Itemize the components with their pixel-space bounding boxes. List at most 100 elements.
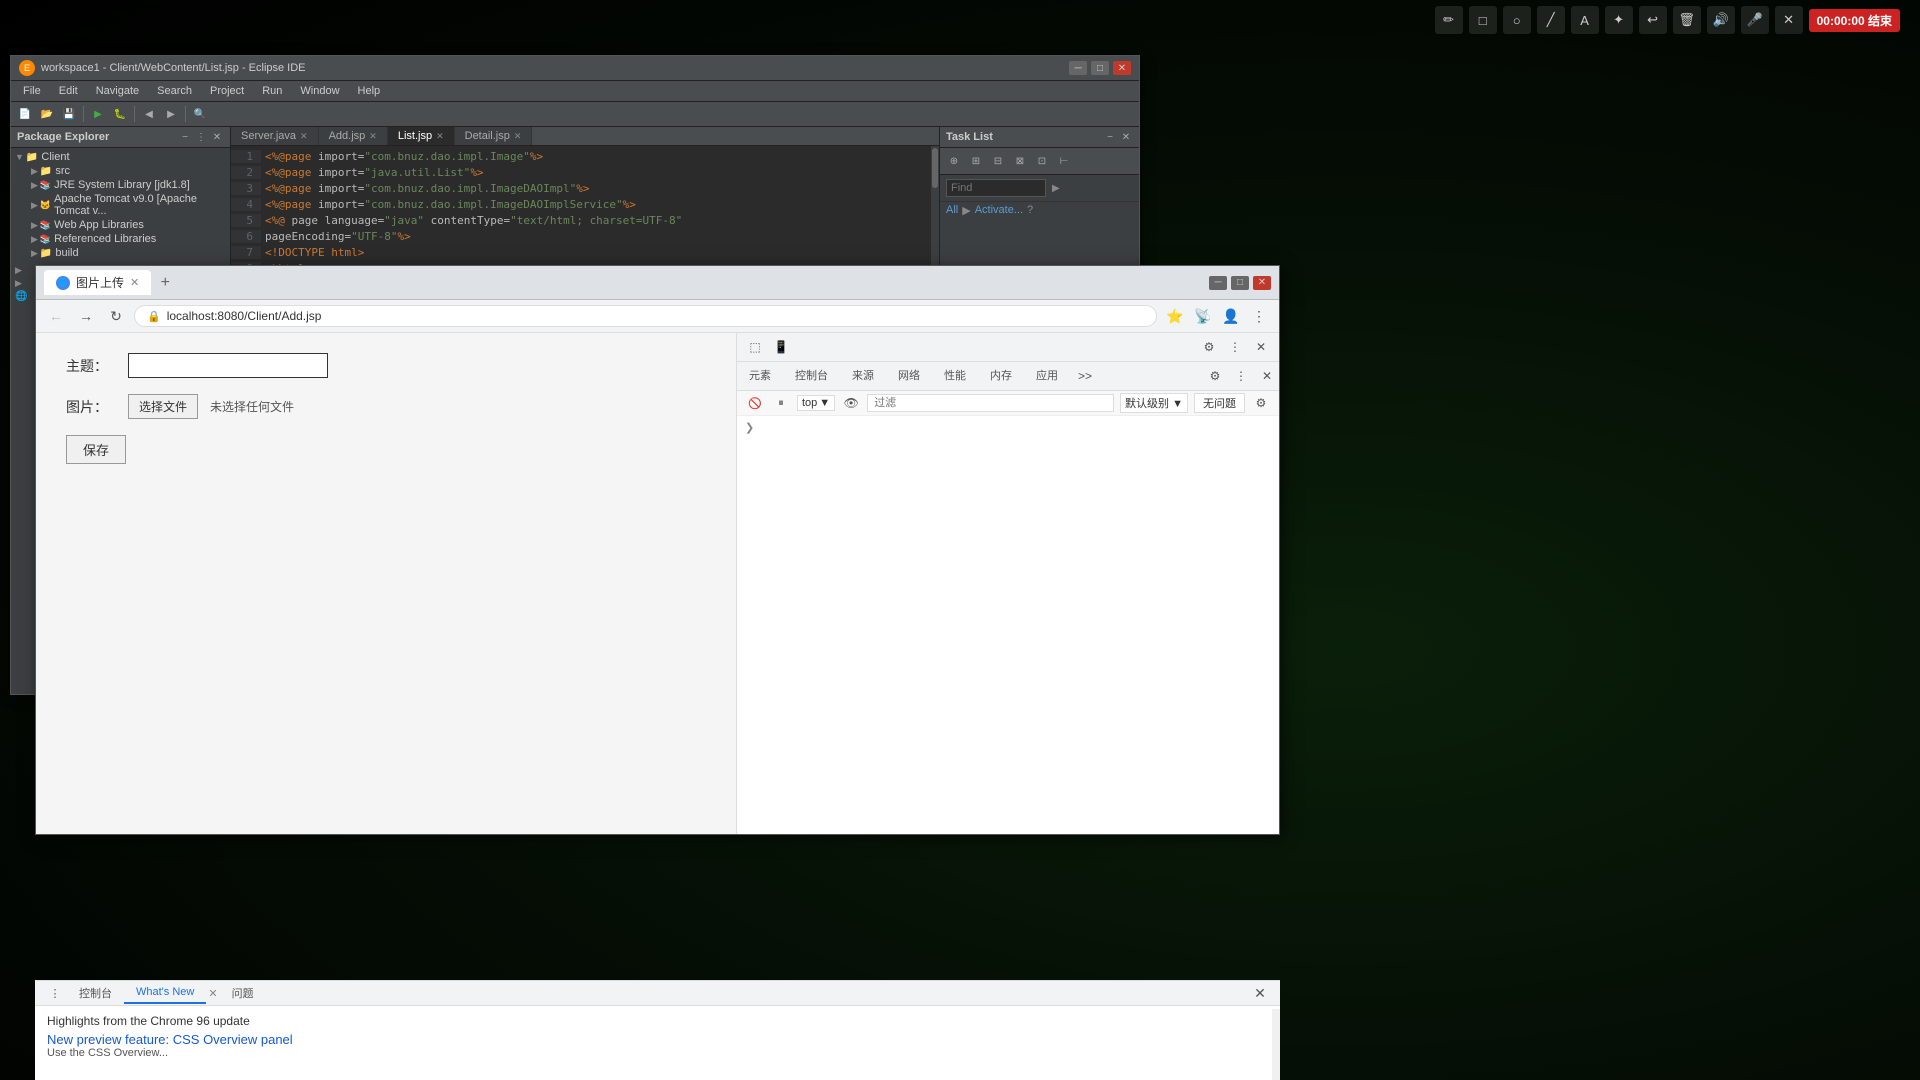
tree-item-tomcat[interactable]: ▶ 🐱 Apache Tomcat v9.0 [Apache Tomcat v.… — [11, 192, 230, 218]
close-icon[interactable]: ✕ — [1775, 6, 1803, 34]
browser-tab-active[interactable]: 🌐 图片上传 ✕ — [44, 270, 151, 295]
browser-minimize-btn[interactable]: ─ — [1209, 276, 1227, 290]
browser-new-tab-button[interactable]: + — [153, 271, 177, 295]
tab-detail-jsp[interactable]: Detail.jsp ✕ — [455, 127, 533, 145]
tab-add-jsp[interactable]: Add.jsp ✕ — [319, 127, 388, 145]
tb-back-btn[interactable]: ◀ — [139, 104, 159, 124]
menu-help[interactable]: Help — [350, 83, 389, 99]
task-help-icon[interactable]: ? — [1027, 204, 1033, 217]
drawer-scrollbar[interactable] — [1272, 1009, 1280, 1080]
tree-item-src[interactable]: ▶ 📁 src — [11, 164, 230, 178]
pe-collapse-btn[interactable]: − — [178, 130, 192, 144]
dt-tab-performance[interactable]: 性能 — [932, 362, 978, 390]
eclipse-minimize-button[interactable]: ─ — [1069, 61, 1087, 75]
drawer-tab-whats-new-close[interactable]: ✕ — [206, 985, 219, 1002]
tree-item-client[interactable]: ▼ 📁 Client — [11, 150, 230, 164]
task-tb-btn6[interactable]: ⊢ — [1054, 151, 1074, 171]
task-close-btn[interactable]: ✕ — [1119, 130, 1133, 144]
dt-tab-application[interactable]: 应用 — [1024, 362, 1070, 390]
undo-icon[interactable]: ↩ — [1639, 6, 1667, 34]
tree-item-jre[interactable]: ▶ 📚 JRE System Library [jdk1.8] — [11, 178, 230, 192]
dt-tab-elements[interactable]: 元素 — [737, 362, 783, 390]
line-icon[interactable]: ╱ — [1537, 6, 1565, 34]
drawer-tab-issues[interactable]: 问题 — [220, 981, 266, 1005]
menu-navigate[interactable]: Navigate — [88, 83, 147, 99]
task-find-input[interactable] — [946, 179, 1046, 197]
browser-address-bar[interactable]: 🔒 localhost:8080/Client/Add.jsp — [134, 305, 1157, 327]
console-clear-btn[interactable]: 🚫 — [745, 393, 765, 413]
dt-tab-sources[interactable]: 来源 — [840, 362, 886, 390]
task-tb-btn3[interactable]: ⊟ — [988, 151, 1008, 171]
pencil-icon[interactable]: ✏ — [1435, 6, 1463, 34]
text-icon[interactable]: A — [1571, 6, 1599, 34]
delete-icon[interactable]: 🗑 — [1673, 6, 1701, 34]
eclipse-close-button[interactable]: ✕ — [1113, 61, 1131, 75]
drawer-close-btn[interactable]: ✕ — [1248, 981, 1272, 1005]
dt-right-close-icon[interactable]: ✕ — [1255, 364, 1279, 388]
task-tb-btn5[interactable]: ⊡ — [1032, 151, 1052, 171]
tab-detail-close[interactable]: ✕ — [514, 131, 522, 142]
browser-bookmark-icon[interactable]: ⭐ — [1163, 304, 1187, 328]
browser-tab-close-btn[interactable]: ✕ — [130, 276, 139, 289]
drawer-tab-console[interactable]: 控制台 — [67, 981, 124, 1005]
dt-more-icon[interactable]: ⋮ — [1223, 335, 1247, 359]
tb-search-btn[interactable]: 🔍 — [190, 104, 210, 124]
volume-icon[interactable]: 🔊 — [1707, 6, 1735, 34]
dt-settings-icon[interactable]: ⚙ — [1197, 335, 1221, 359]
browser-reload-btn[interactable]: ↻ — [104, 304, 128, 328]
browser-forward-btn[interactable]: → — [74, 304, 98, 328]
menu-run[interactable]: Run — [254, 83, 290, 99]
dt-tab-more-btn[interactable]: >> — [1070, 364, 1100, 388]
menu-window[interactable]: Window — [292, 83, 347, 99]
browser-maximize-btn[interactable]: □ — [1231, 276, 1249, 290]
task-collapse-btn[interactable]: − — [1103, 130, 1117, 144]
task-activate-link[interactable]: Activate... — [975, 204, 1023, 217]
dt-close-devtools-btn[interactable]: ✕ — [1249, 335, 1273, 359]
eclipse-maximize-button[interactable]: □ — [1091, 61, 1109, 75]
menu-edit[interactable]: Edit — [51, 83, 86, 99]
menu-search[interactable]: Search — [149, 83, 200, 99]
tb-open-btn[interactable]: 📂 — [37, 104, 57, 124]
pe-menu-btn[interactable]: ⋮ — [194, 130, 208, 144]
browser-back-btn[interactable]: ← — [44, 304, 68, 328]
mic-icon[interactable]: 🎤 — [1741, 6, 1769, 34]
form-save-btn[interactable]: 保存 — [66, 435, 126, 464]
drawer-tab-whats-new[interactable]: What's New — [124, 982, 206, 1004]
tab-list-jsp[interactable]: List.jsp ✕ — [388, 127, 455, 145]
form-title-input[interactable] — [128, 353, 328, 378]
browser-close-btn[interactable]: ✕ — [1253, 276, 1271, 290]
dt-tab-memory[interactable]: 内存 — [978, 362, 1024, 390]
star-icon[interactable]: ✦ — [1605, 6, 1633, 34]
dt-inspect-icon[interactable]: ⬚ — [743, 335, 767, 359]
dt-tab-network[interactable]: 网络 — [886, 362, 932, 390]
pe-close-btn[interactable]: ✕ — [210, 130, 224, 144]
dt-right-more-icon[interactable]: ⋮ — [1229, 364, 1253, 388]
browser-account-icon[interactable]: 👤 — [1219, 304, 1243, 328]
form-choose-file-btn[interactable]: 选择文件 — [128, 394, 198, 419]
menu-file[interactable]: File — [15, 83, 49, 99]
console-filter-input[interactable] — [867, 394, 1114, 412]
tab-server-java[interactable]: Server.java ✕ — [231, 127, 319, 145]
tab-server-close[interactable]: ✕ — [300, 131, 308, 142]
tb-save-btn[interactable]: 💾 — [59, 104, 79, 124]
console-eye-btn[interactable]: 👁 — [841, 393, 861, 413]
tree-item-build[interactable]: ▶ 📁 build — [11, 246, 230, 260]
tb-debug-btn[interactable]: 🐛 — [110, 104, 130, 124]
browser-menu-icon[interactable]: ⋮ — [1247, 304, 1271, 328]
tree-item-reflibs[interactable]: ▶ 📚 Referenced Libraries — [11, 232, 230, 246]
task-all-link[interactable]: All — [946, 204, 958, 217]
task-tb-btn4[interactable]: ⊠ — [1010, 151, 1030, 171]
console-top-selector[interactable]: top ▼ — [797, 395, 835, 411]
console-settings-btn[interactable]: ⚙ — [1251, 393, 1271, 413]
tb-fwd-btn[interactable]: ▶ — [161, 104, 181, 124]
task-tb-btn2[interactable]: ⊞ — [966, 151, 986, 171]
console-pause-btn[interactable]: ⏸ — [771, 393, 791, 413]
tab-add-close[interactable]: ✕ — [369, 131, 377, 142]
dt-tab-console[interactable]: 控制台 — [783, 362, 840, 390]
dt-right-settings-icon[interactable]: ⚙ — [1203, 364, 1227, 388]
circle-icon[interactable]: ○ — [1503, 6, 1531, 34]
tb-run-btn[interactable]: ▶ — [88, 104, 108, 124]
tab-list-close[interactable]: ✕ — [436, 131, 444, 142]
menu-project[interactable]: Project — [202, 83, 252, 99]
rect-icon[interactable]: □ — [1469, 6, 1497, 34]
